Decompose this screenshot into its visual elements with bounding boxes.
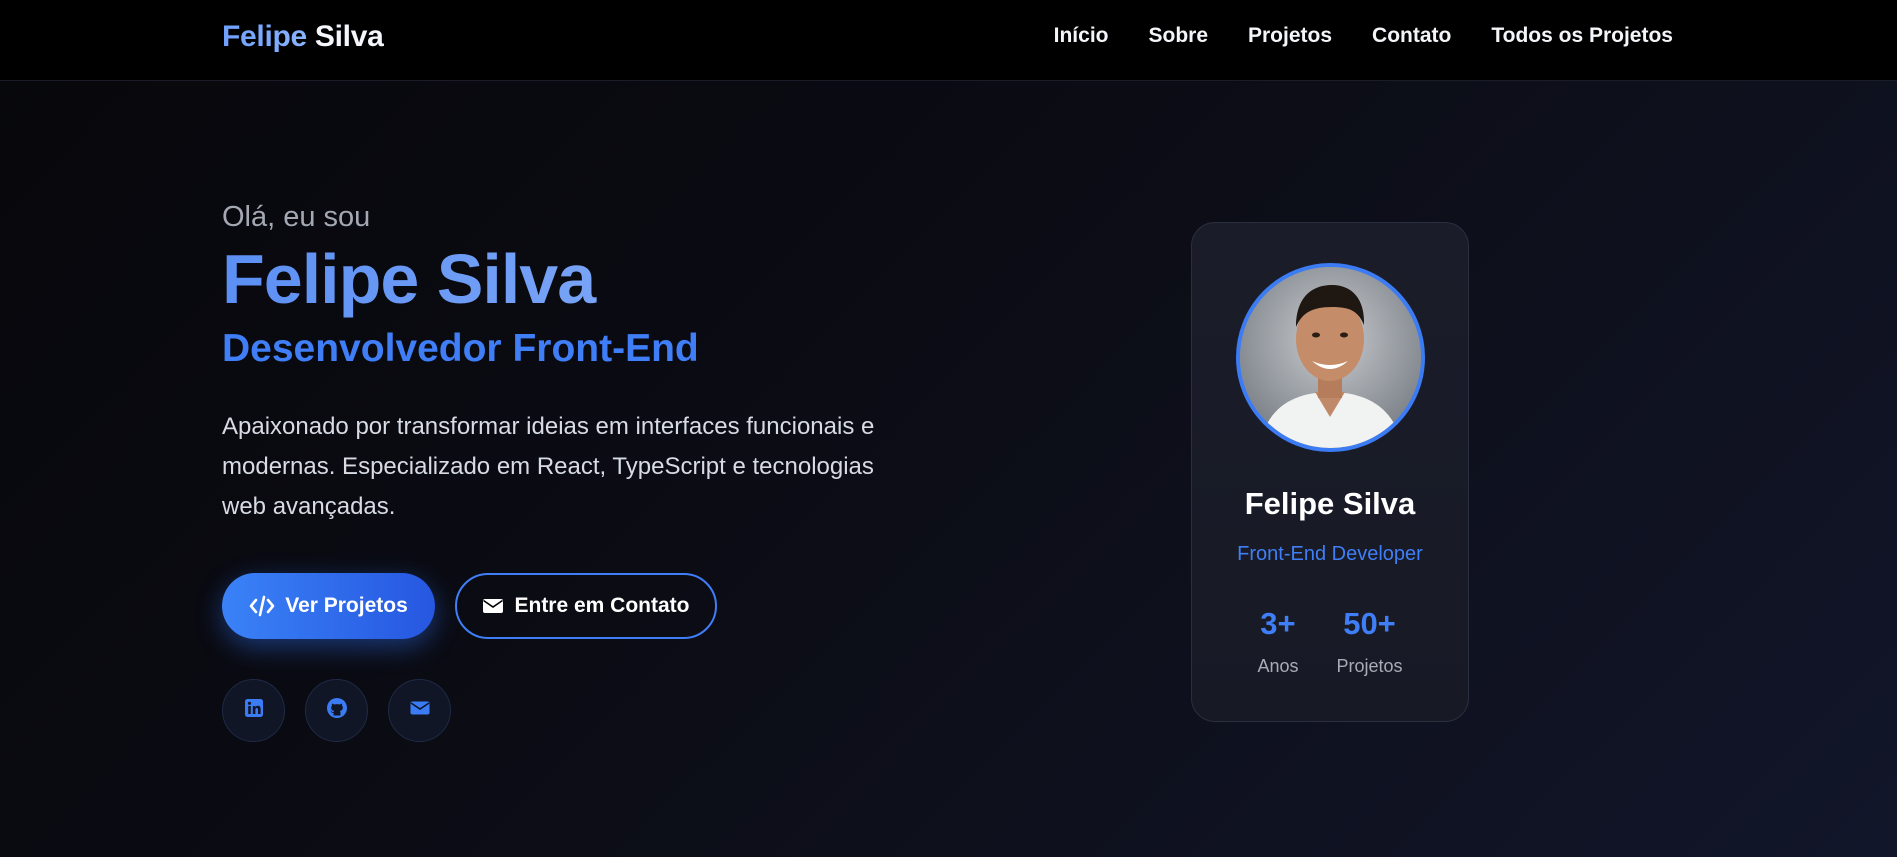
github-link[interactable] bbox=[305, 678, 368, 742]
profile-name: Felipe Silva bbox=[1244, 486, 1416, 521]
nav-link-todos-projetos[interactable]: Todos os Projetos bbox=[1491, 24, 1673, 48]
stat-projects: 50+ Projetos bbox=[1336, 608, 1402, 677]
social-links bbox=[222, 678, 942, 742]
stat-value: 3+ bbox=[1260, 606, 1296, 641]
envelope-icon bbox=[410, 700, 430, 721]
linkedin-icon bbox=[244, 698, 263, 722]
hero-greeting: Olá, eu sou bbox=[222, 201, 371, 233]
cta-buttons: Ver Projetos Entre em Contato bbox=[222, 572, 942, 639]
brand-first-name: Felipe bbox=[222, 20, 307, 53]
profile-stats: 3+ Anos 50+ Projetos bbox=[1192, 608, 1468, 677]
code-icon bbox=[249, 595, 275, 617]
nav-link-projetos[interactable]: Projetos bbox=[1248, 24, 1332, 48]
email-link[interactable] bbox=[388, 678, 451, 742]
contact-button[interactable]: Entre em Contato bbox=[455, 572, 717, 639]
hero-description: Apaixonado por transformar ideias em int… bbox=[222, 412, 875, 520]
view-projects-button[interactable]: Ver Projetos bbox=[222, 572, 435, 639]
stat-label: Projetos bbox=[1336, 656, 1403, 676]
navbar: Felipe Silva Início Sobre Projetos Conta… bbox=[0, 0, 1897, 81]
nav-link-contato[interactable]: Contato bbox=[1372, 24, 1451, 48]
nav-link-sobre[interactable]: Sobre bbox=[1148, 24, 1208, 48]
nav-link-inicio[interactable]: Início bbox=[1054, 24, 1109, 48]
github-icon bbox=[326, 697, 348, 724]
stat-label: Anos bbox=[1257, 656, 1299, 676]
profile-role: Front-End Developer bbox=[1237, 543, 1423, 565]
avatar bbox=[1236, 263, 1425, 452]
brand-last-name: Silva bbox=[306, 20, 384, 53]
profile-card: Felipe Silva Front-End Developer 3+ Anos… bbox=[1191, 222, 1469, 722]
hero-section: Olá, eu sou Felipe Silva Desenvolvedor F… bbox=[222, 200, 942, 742]
hero-role: Desenvolvedor Front-End bbox=[222, 326, 699, 370]
portfolio-page: Felipe Silva Início Sobre Projetos Conta… bbox=[0, 0, 1897, 857]
contact-label: Entre em Contato bbox=[514, 593, 690, 617]
nav-links: Início Sobre Projetos Contato Todos os P… bbox=[1054, 24, 1673, 48]
brand-logo[interactable]: Felipe Silva bbox=[222, 20, 384, 54]
view-projects-label: Ver Projetos bbox=[285, 593, 408, 617]
linkedin-link[interactable] bbox=[222, 678, 285, 742]
stat-years: 3+ Anos bbox=[1257, 608, 1298, 677]
hero-name: Felipe Silva bbox=[222, 240, 942, 318]
envelope-icon bbox=[482, 597, 504, 615]
stat-value: 50+ bbox=[1343, 606, 1396, 641]
